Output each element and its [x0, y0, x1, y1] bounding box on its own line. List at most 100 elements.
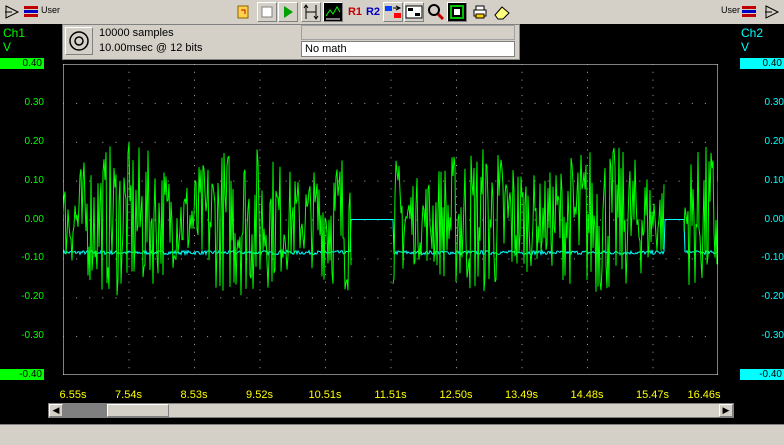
grid-dot: [521, 172, 523, 174]
grid-dot: [180, 336, 182, 338]
left-user-label[interactable]: User: [41, 5, 60, 15]
grid-dot: [63, 219, 64, 221]
grid-dot: [652, 165, 654, 167]
grid-dot: [652, 64, 654, 65]
ch2-y-tick-label: 0.10: [764, 174, 784, 186]
grid-dot: [416, 336, 418, 338]
grid-dot: [325, 134, 326, 135]
grid-dot: [560, 258, 562, 260]
grid-dot: [194, 266, 195, 268]
grid-dot: [691, 336, 693, 338]
grid-dot: [194, 227, 195, 229]
grid-dot: [115, 141, 117, 143]
right-channel-trigger-icon[interactable]: [762, 2, 782, 22]
grid-dot: [364, 258, 366, 260]
grid-dot: [220, 141, 222, 143]
print-icon[interactable]: [470, 2, 490, 22]
right-user-label[interactable]: User: [721, 5, 740, 15]
grid-dot: [652, 71, 654, 73]
grid-dot: [704, 297, 706, 299]
run-icon[interactable]: [278, 2, 298, 22]
settings-icon[interactable]: [404, 2, 424, 22]
ch1-y-tick-label: -0.30: [21, 330, 44, 342]
grid-dot: [639, 219, 641, 221]
grid-dot: [76, 297, 78, 299]
grid-dot: [390, 118, 392, 120]
circle-icon[interactable]: [65, 27, 93, 55]
grid-dot: [325, 196, 326, 198]
grid-dot: [390, 110, 392, 112]
grid-dot: [259, 79, 261, 81]
grid-dot: [613, 219, 615, 221]
channel-swap-icon[interactable]: [383, 2, 403, 22]
grid-dot: [508, 258, 510, 260]
grid-dot: [495, 219, 497, 221]
grid-dot: [442, 102, 444, 104]
time-scrollbar[interactable]: ◀ ▶: [48, 403, 734, 418]
grid-dot: [442, 336, 444, 338]
ch1-unit: V: [3, 40, 12, 54]
grid-dot: [639, 180, 641, 182]
scale-icon[interactable]: [301, 2, 321, 22]
grid-dot: [534, 297, 536, 299]
grid-dot: [416, 258, 418, 260]
grid-dot: [338, 102, 340, 104]
grid-dot: [416, 141, 418, 143]
grid-dot: [390, 336, 392, 338]
grid-dot: [390, 250, 392, 252]
math-field[interactable]: No math: [301, 41, 515, 57]
grid-dot: [508, 102, 510, 104]
trigger-icon[interactable]: [234, 2, 254, 22]
stop-icon[interactable]: [257, 2, 277, 22]
time-tick-label: 9.52s: [246, 389, 273, 401]
grid-dot: [613, 180, 615, 182]
grid-dot: [128, 126, 130, 128]
grid-dot: [285, 102, 287, 104]
grid-dot: [456, 149, 457, 151]
grid-dot: [390, 172, 392, 174]
scroll-right-button[interactable]: ▶: [719, 404, 733, 417]
zoom-icon[interactable]: [426, 2, 446, 22]
grid-dot: [390, 87, 392, 89]
grid-dot: [442, 297, 444, 299]
grid-dot: [390, 126, 392, 128]
left-channel-trigger-icon[interactable]: [2, 2, 22, 22]
grid-dot: [128, 110, 130, 112]
grid-dot: [194, 242, 195, 244]
grid-dot: [652, 258, 654, 260]
chart-icon[interactable]: [447, 2, 467, 22]
grid-dot: [587, 281, 588, 283]
grid-dot: [521, 102, 523, 104]
grid-dot: [403, 219, 405, 221]
grid-dot: [102, 141, 104, 143]
grid-dot: [63, 258, 64, 260]
scroll-thumb[interactable]: [107, 404, 169, 417]
grid-dot: [194, 320, 195, 322]
grid-dot: [456, 336, 457, 338]
grid-dot: [259, 95, 261, 97]
grid-dot: [167, 141, 169, 143]
grid-dot: [587, 359, 588, 361]
grid-dot: [194, 79, 195, 81]
grid-dot: [521, 87, 523, 89]
grid-dot: [207, 102, 209, 104]
grid-dot: [547, 336, 549, 338]
eraser-icon[interactable]: [492, 2, 512, 22]
grid-dot: [390, 312, 392, 314]
scroll-left-button[interactable]: ◀: [49, 404, 63, 417]
grid-dot: [128, 211, 130, 213]
r1-button[interactable]: R1: [345, 2, 365, 22]
scope-plot[interactable]: [63, 64, 718, 375]
measure-icon[interactable]: [323, 2, 343, 22]
grid-dot: [390, 343, 392, 345]
r2-button[interactable]: R2: [363, 2, 383, 22]
grid-dot: [128, 305, 130, 306]
info-panel: 10000 samples 10.00msec @ 12 bits No mat…: [62, 24, 520, 60]
grid-dot: [259, 343, 261, 345]
grid-dot: [390, 141, 392, 143]
grid-dot: [534, 141, 536, 143]
grid-dot: [521, 110, 523, 112]
math-text: No math: [305, 43, 347, 55]
grid-dot: [691, 258, 693, 260]
grid-dot: [259, 305, 261, 306]
